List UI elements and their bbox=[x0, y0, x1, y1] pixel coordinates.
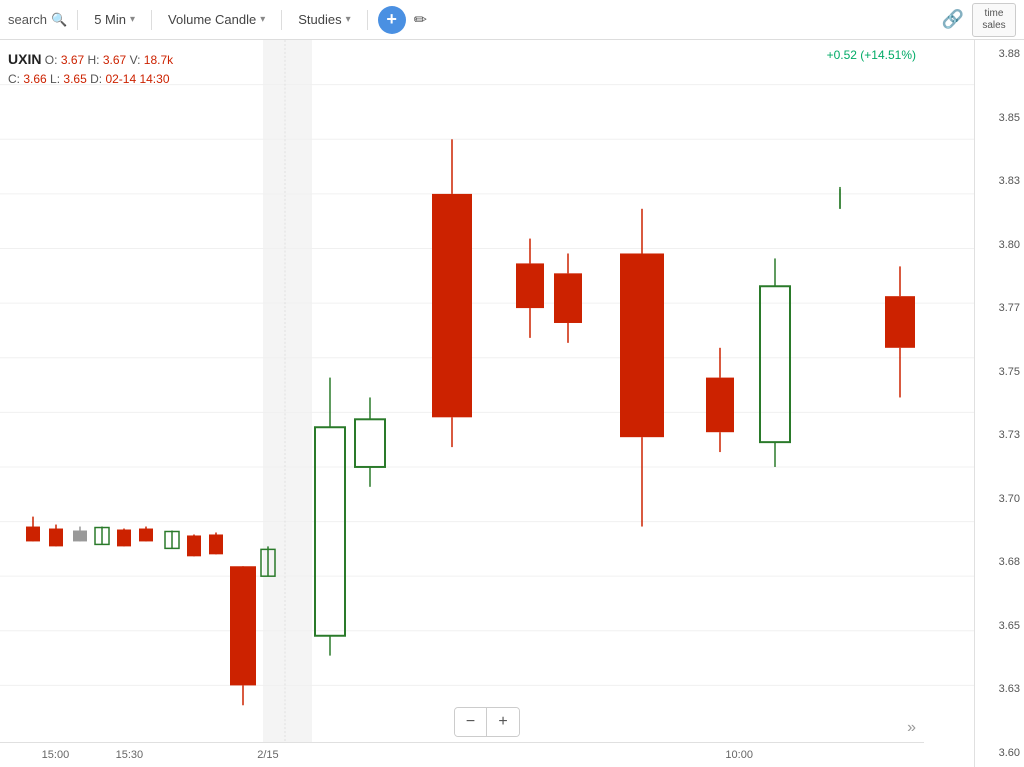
price-368: 3.68 bbox=[979, 556, 1020, 568]
price-377: 3.77 bbox=[979, 302, 1020, 314]
change-value: +0.52 (+14.51%) bbox=[827, 48, 916, 62]
zoom-out-button[interactable]: − bbox=[455, 708, 487, 736]
chart-type-selector[interactable]: Volume Candle ▾ bbox=[162, 8, 271, 31]
separator-2 bbox=[151, 10, 152, 30]
toolbar: search 🔍 5 Min ▾ Volume Candle ▾ Studies… bbox=[0, 0, 1024, 40]
close-value: 3.66 bbox=[23, 72, 46, 86]
studies-chevron-icon: ▾ bbox=[346, 14, 351, 25]
search-icon: 🔍 bbox=[51, 12, 67, 28]
volume-value: 18.7k bbox=[144, 53, 173, 67]
expand-button[interactable]: » bbox=[907, 719, 916, 737]
time-label-1530: 15:30 bbox=[116, 749, 144, 761]
time-sales-button[interactable]: time sales bbox=[972, 3, 1016, 37]
change-info: +0.52 (+14.51%) bbox=[827, 48, 916, 62]
price-365: 3.65 bbox=[979, 620, 1020, 632]
chart-main: UXIN O: 3.67 H: 3.67 V: 18.7k C: 3.66 L:… bbox=[0, 40, 974, 767]
price-363: 3.63 bbox=[979, 683, 1020, 695]
separator-4 bbox=[367, 10, 368, 30]
open-value: 3.67 bbox=[61, 53, 84, 67]
price-388: 3.88 bbox=[979, 48, 1020, 60]
timeframe-chevron-icon: ▾ bbox=[130, 14, 135, 25]
price-360: 3.60 bbox=[979, 747, 1020, 759]
date-value: 02-14 14:30 bbox=[105, 72, 169, 86]
high-value: 3.67 bbox=[103, 53, 126, 67]
candle-chart bbox=[0, 40, 974, 742]
time-label-1000: 10:00 bbox=[725, 749, 753, 761]
separator-1 bbox=[77, 10, 78, 30]
low-value: 3.65 bbox=[63, 72, 86, 86]
toolbar-right: 🔗 time sales bbox=[942, 3, 1016, 37]
chart-container: UXIN O: 3.67 H: 3.67 V: 18.7k C: 3.66 L:… bbox=[0, 40, 1024, 767]
draw-button[interactable]: ✏ bbox=[414, 10, 427, 30]
search-label: search bbox=[8, 12, 47, 27]
time-axis: 15:00 15:30 2/15 10:00 bbox=[0, 742, 924, 767]
price-380: 3.80 bbox=[979, 239, 1020, 251]
time-label-1500: 15:00 bbox=[42, 749, 70, 761]
zoom-controls: − + bbox=[454, 707, 520, 737]
price-373: 3.73 bbox=[979, 429, 1020, 441]
price-axis: 3.88 3.85 3.83 3.80 3.77 3.75 3.73 3.70 … bbox=[974, 40, 1024, 767]
separator-3 bbox=[281, 10, 282, 30]
search-button[interactable]: search 🔍 bbox=[8, 12, 67, 28]
add-button[interactable]: + bbox=[378, 6, 406, 34]
ohlc-info: UXIN O: 3.67 H: 3.67 V: 18.7k C: 3.66 L:… bbox=[8, 48, 173, 90]
time-label-215: 2/15 bbox=[257, 749, 278, 761]
price-370: 3.70 bbox=[979, 493, 1020, 505]
price-385: 3.85 bbox=[979, 112, 1020, 124]
charttype-chevron-icon: ▾ bbox=[260, 14, 265, 25]
ticker-label: UXIN bbox=[8, 51, 41, 67]
price-375: 3.75 bbox=[979, 366, 1020, 378]
zoom-in-button[interactable]: + bbox=[487, 708, 519, 736]
studies-selector[interactable]: Studies ▾ bbox=[292, 8, 356, 31]
timeframe-selector[interactable]: 5 Min ▾ bbox=[88, 8, 141, 31]
price-383: 3.83 bbox=[979, 175, 1020, 187]
link-icon[interactable]: 🔗 bbox=[942, 9, 964, 30]
